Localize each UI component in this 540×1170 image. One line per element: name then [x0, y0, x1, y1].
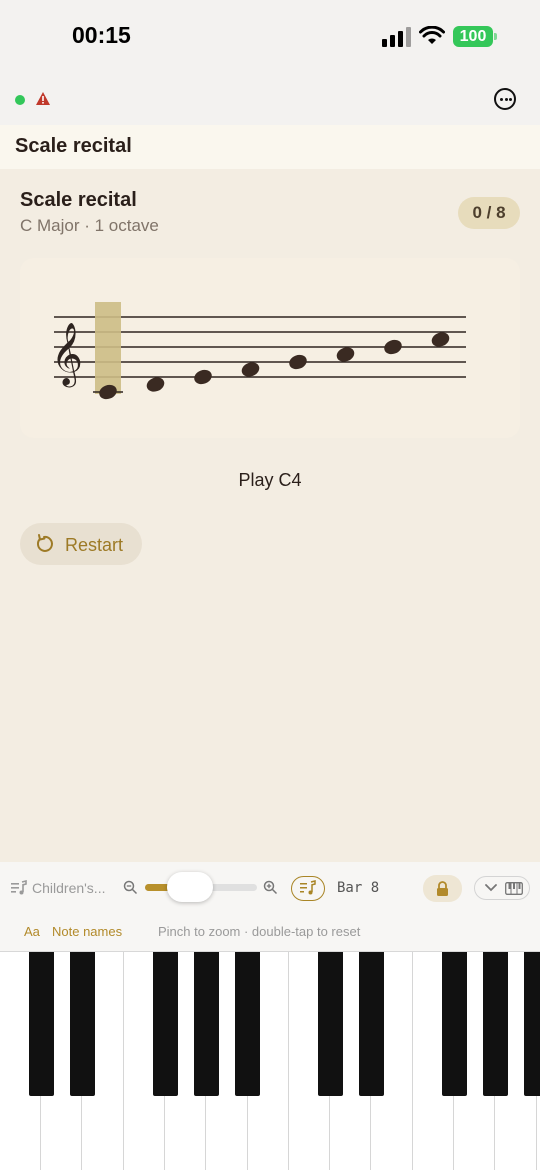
score-badge: 0 / 8: [458, 197, 520, 229]
song-selector[interactable]: Children's...: [32, 880, 105, 896]
note-a4: [336, 347, 355, 362]
font-size-button[interactable]: Aa: [24, 924, 40, 939]
sheet-music-toggle[interactable]: [291, 876, 325, 901]
music-note-list-icon: [300, 880, 316, 895]
instruction-text: Play C4: [238, 470, 302, 490]
zoom-out-icon[interactable]: [123, 880, 138, 895]
zoom-slider-thumb[interactable]: [166, 872, 213, 902]
black-key[interactable]: [70, 952, 96, 1096]
navigation-header: Scale recital: [0, 125, 540, 169]
treble-clef-icon: 𝄞: [51, 322, 83, 388]
zoom-hint: Pinch to zoom · double-tap to reset: [158, 924, 361, 939]
wifi-icon: [419, 26, 445, 44]
staff-panel: 𝄞: [20, 258, 520, 438]
connection-status-dot: [15, 95, 25, 105]
current-note-highlight: [95, 302, 121, 394]
restart-icon: [37, 534, 53, 552]
page-title: Scale recital: [15, 135, 132, 157]
exercise-title: Scale recital: [20, 189, 137, 211]
note-d4: [146, 377, 165, 392]
black-key[interactable]: [235, 952, 261, 1096]
zoom-slider[interactable]: [145, 872, 257, 902]
note-c5: [431, 332, 450, 347]
bar-indicator: Bar 8: [337, 880, 380, 896]
note-names-toggle[interactable]: Note names: [52, 924, 122, 939]
exercise-subtitle: C Major · 1 octave: [20, 216, 159, 235]
status-bar: 00:15 100: [0, 0, 540, 125]
note-g4: [289, 354, 307, 370]
music-staff: 𝄞: [51, 302, 466, 400]
piano-keys-icon: [505, 882, 523, 895]
chevron-down-icon: [485, 884, 497, 892]
black-key[interactable]: [194, 952, 219, 1096]
restart-label: Restart: [65, 535, 124, 555]
piano-keyboard[interactable]: [0, 951, 540, 1170]
lock-icon: [437, 881, 448, 896]
lock-button[interactable]: [423, 875, 462, 902]
black-key[interactable]: [28, 952, 54, 1096]
more-options-button[interactable]: [494, 88, 516, 110]
black-key[interactable]: [441, 952, 467, 1096]
song-list-icon: [11, 880, 27, 895]
black-key[interactable]: [524, 952, 540, 1096]
keyboard-toggle-button[interactable]: [474, 876, 530, 900]
restart-button[interactable]: Restart: [20, 523, 142, 565]
cellular-signal-icon: [382, 27, 412, 47]
battery-indicator: 100: [453, 26, 497, 47]
zoom-in-icon[interactable]: [263, 880, 278, 895]
warning-icon[interactable]: [35, 91, 51, 106]
piano-toolbar: Children's... Bar 8 Aa Note names Pinch …: [0, 862, 540, 951]
black-key[interactable]: [483, 952, 509, 1096]
note-e4: [194, 369, 212, 385]
black-key[interactable]: [152, 952, 178, 1096]
note-b4: [384, 339, 402, 355]
black-key[interactable]: [317, 952, 343, 1096]
status-time: 00:15: [72, 22, 131, 48]
black-key[interactable]: [359, 952, 385, 1096]
note-f4: [241, 362, 260, 377]
